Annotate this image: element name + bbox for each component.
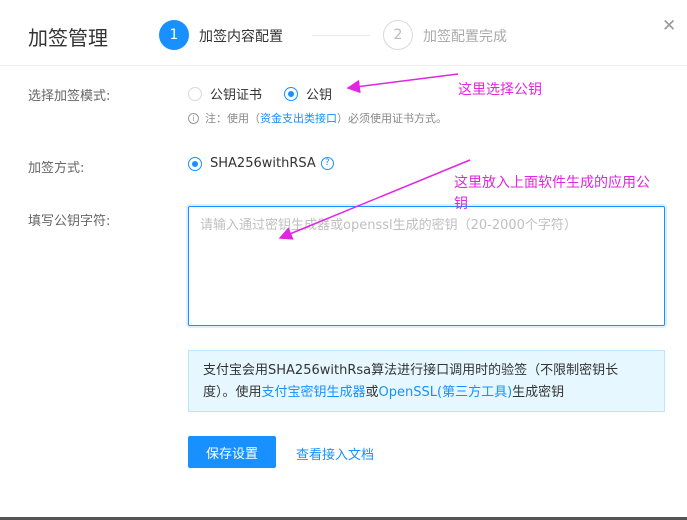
annotation-2-line-1: 这里放入上面软件生成的应用公 — [454, 175, 650, 191]
annotation-2-line-2: 钥 — [454, 196, 468, 212]
annotation-arrows — [278, 73, 471, 240]
annotation-1: 这里选择公钥 — [458, 82, 542, 98]
annotation-arrow-2 — [278, 159, 471, 240]
annotation-arrow-1 — [346, 73, 459, 94]
